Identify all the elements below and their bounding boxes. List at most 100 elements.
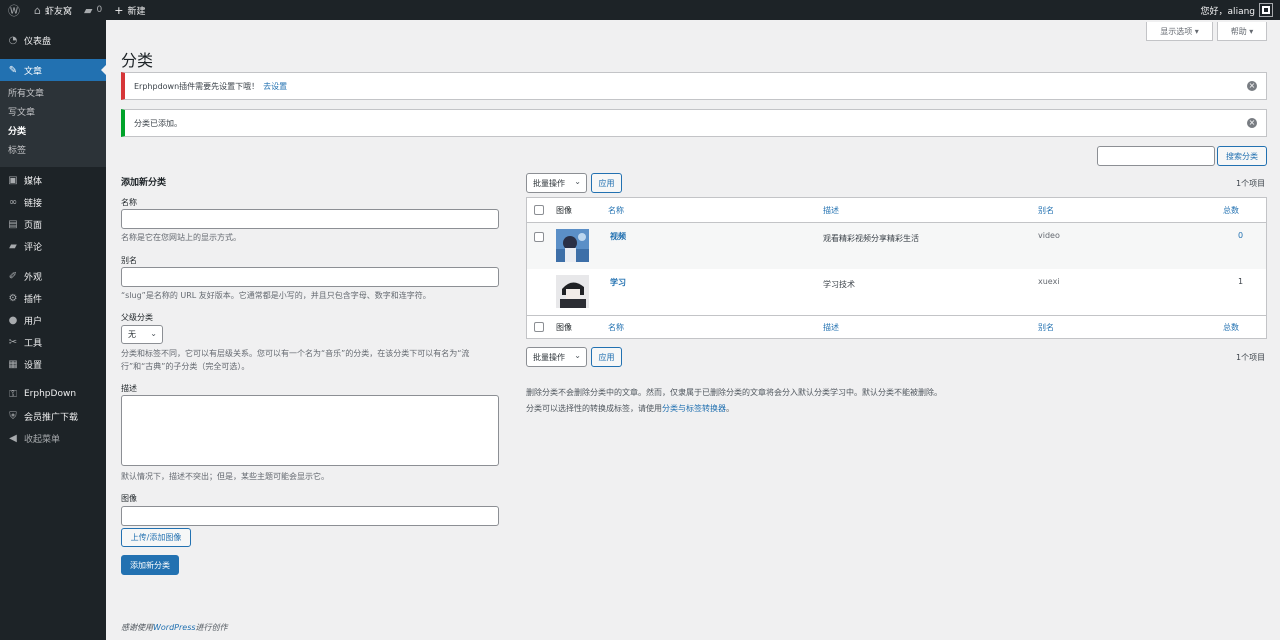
add-category-button[interactable]: 添加新分类 <box>121 555 179 575</box>
dismiss-icon[interactable]: × <box>1247 81 1257 91</box>
admin-menu: ◔ 仪表盘 ✎ 文章 所有文章 写文章 分类 标签 ▣ 媒体 ∞ 链接 ▤ 页面 ▰ 评论 … <box>0 20 106 640</box>
column-slug[interactable]: 别名 <box>1038 205 1054 216</box>
posts-submenu: 所有文章 写文章 分类 标签 <box>0 81 106 167</box>
image-field[interactable] <box>121 506 499 526</box>
column-image: 图像 <box>556 322 572 332</box>
collapse-menu[interactable]: ◀ 收起菜单 <box>0 427 106 449</box>
select-all-checkbox[interactable] <box>534 205 544 215</box>
chevron-down-icon: ⌄ <box>150 329 157 338</box>
table-row: 学习 学习技术 xuexi 1 <box>527 269 1266 315</box>
converter-link[interactable]: 分类与标签转换器 <box>662 404 726 413</box>
convert-suffix: 。 <box>726 404 734 413</box>
main-content: 显示选项 ▾ 帮助 ▾ 分类 Erphpdown插件需要先设置下哦！ 去设置 ×… <box>106 20 1280 640</box>
dismiss-icon[interactable]: × <box>1247 118 1257 128</box>
apply-button-bottom[interactable]: 应用 <box>591 347 622 367</box>
bulk-label: 批量操作 <box>533 352 565 362</box>
convert-help-text: 分类可以选择性的转换成标签，请使用分类与标签转换器。 <box>526 403 734 414</box>
menu-pages[interactable]: ▤ 页面 <box>0 213 106 235</box>
search-categories-button[interactable]: 搜索分类 <box>1217 146 1267 166</box>
menu-comments[interactable]: ▰ 评论 <box>0 235 106 257</box>
dashboard-icon: ◔ <box>8 34 18 46</box>
pin-icon: ✎ <box>8 64 18 76</box>
thumbnail-image <box>556 275 589 308</box>
site-name: 虾友窝 <box>45 6 73 17</box>
menu-tools[interactable]: ✂ 工具 <box>0 331 106 353</box>
menu-label: 链接 <box>24 198 43 209</box>
wordpress-logo-icon[interactable]: Ⓦ <box>0 0 28 20</box>
submenu-new-post[interactable]: 写文章 <box>0 104 106 123</box>
category-slug: video <box>1038 231 1060 240</box>
column-description[interactable]: 描述 <box>823 205 839 216</box>
avatar <box>1259 3 1273 17</box>
submenu-categories[interactable]: 分类 <box>0 123 106 142</box>
slug-field[interactable] <box>121 267 499 287</box>
name-field[interactable] <box>121 209 499 229</box>
column-description[interactable]: 描述 <box>823 322 839 333</box>
category-count-link[interactable]: 0 <box>1238 231 1243 240</box>
description-textarea[interactable] <box>121 395 499 466</box>
description-label: 描述 <box>121 384 137 393</box>
appearance-icon: ✐ <box>8 270 18 282</box>
shield-icon: ⛨ <box>9 410 17 422</box>
table-row: 视频 观看精彩视频分享精彩生活 video 0 <box>527 223 1266 269</box>
footer-prefix: 感谢使用 <box>121 623 153 632</box>
key-icon: ⚿ <box>9 388 17 400</box>
chevron-down-icon: ⌄ <box>574 177 581 186</box>
menu-member-promo[interactable]: ⛨ 会员推广下载 <box>0 405 106 427</box>
column-count[interactable]: 总数 <box>1223 322 1239 333</box>
menu-dashboard[interactable]: ◔ 仪表盘 <box>0 29 106 51</box>
comment-icon: ▰ <box>84 3 93 17</box>
menu-settings[interactable]: ▦ 设置 <box>0 353 106 375</box>
menu-label: 插件 <box>24 294 43 305</box>
menu-plugins[interactable]: ⚙ 插件 <box>0 287 106 309</box>
menu-label: 媒体 <box>24 176 43 187</box>
parent-desc-line: 分类和标签不同，它可以有层级关系。您可以有一个名为“音乐”的分类，在该分类下可以… <box>121 349 470 358</box>
new-content-link[interactable]: + 新建 <box>108 0 151 20</box>
plugin-icon: ⚙ <box>8 292 18 304</box>
delete-help-text: 删除分类不会删除分类中的文章。然而，仅隶属于已删除分类的文章将会分入默认分类学习… <box>526 388 942 397</box>
page-title: 分类 <box>121 51 154 70</box>
submenu-tags[interactable]: 标签 <box>0 142 106 161</box>
plus-icon: + <box>114 3 124 17</box>
site-name-link[interactable]: ⌂ 虾友窝 <box>28 0 78 20</box>
menu-posts[interactable]: ✎ 文章 <box>0 59 106 81</box>
menu-erphpdown[interactable]: ⚿ ErphpDown <box>0 383 106 405</box>
warning-notice: Erphpdown插件需要先设置下哦！ 去设置 × <box>121 72 1267 100</box>
image-label: 图像 <box>121 494 137 503</box>
bulk-actions-select[interactable]: 批量操作 ⌄ <box>526 173 587 193</box>
form-heading: 添加新分类 <box>121 178 167 188</box>
menu-label: 会员推广下载 <box>24 412 79 423</box>
item-count: 1个项目 <box>1236 179 1266 188</box>
wordpress-link[interactable]: WordPress <box>153 623 196 632</box>
notice-text: 分类已添加。 <box>134 118 182 128</box>
settings-link[interactable]: 去设置 <box>263 81 287 92</box>
menu-label: 文章 <box>24 66 43 77</box>
row-checkbox[interactable] <box>534 232 544 242</box>
parent-select[interactable]: 无 ⌄ <box>121 325 163 344</box>
column-count[interactable]: 总数 <box>1223 205 1239 216</box>
bulk-actions-select-bottom[interactable]: 批量操作 ⌄ <box>526 347 587 367</box>
menu-label: 收起菜单 <box>24 434 61 445</box>
menu-label: 评论 <box>24 242 43 253</box>
category-name-link[interactable]: 学习 <box>610 277 626 288</box>
column-name[interactable]: 名称 <box>608 322 624 333</box>
search-input[interactable] <box>1097 146 1215 166</box>
menu-appearance[interactable]: ✐ 外观 <box>0 265 106 287</box>
help-button[interactable]: 帮助 ▾ <box>1217 22 1267 41</box>
category-name-link[interactable]: 视频 <box>610 231 626 242</box>
menu-media[interactable]: ▣ 媒体 <box>0 169 106 191</box>
table-footer: 图像 名称 描述 别名 总数 <box>527 315 1266 338</box>
screen-options-button[interactable]: 显示选项 ▾ <box>1146 22 1213 41</box>
apply-button[interactable]: 应用 <box>591 173 622 193</box>
submenu-all-posts[interactable]: 所有文章 <box>0 85 106 104</box>
comments-link[interactable]: ▰ 0 <box>78 0 108 20</box>
select-all-checkbox[interactable] <box>534 322 544 332</box>
my-account[interactable]: 您好，aliang <box>1201 3 1280 17</box>
menu-links[interactable]: ∞ 链接 <box>0 191 106 213</box>
column-slug[interactable]: 别名 <box>1038 322 1054 333</box>
link-icon: ∞ <box>8 196 18 208</box>
collapse-icon: ◀ <box>9 432 17 444</box>
column-name[interactable]: 名称 <box>608 205 624 216</box>
menu-users[interactable]: ● 用户 <box>0 309 106 331</box>
upload-image-button[interactable]: 上传/添加图像 <box>121 528 191 547</box>
